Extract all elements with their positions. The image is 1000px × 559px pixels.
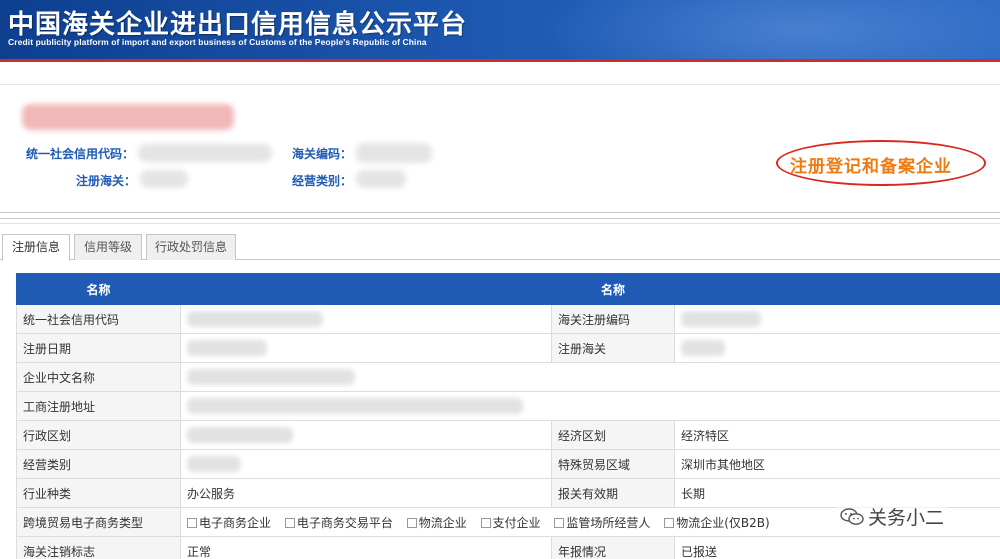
divider [0,212,1000,213]
customs-code-label: 海关编码： [292,147,353,161]
site-subtitle: Credit publicity platform of import and … [8,37,427,47]
checkbox[interactable] [284,517,295,528]
field-value-redacted [180,420,552,450]
tab-registration-info[interactable]: 注册信息 [2,234,70,261]
table-row: 企业中文名称 [16,362,1000,392]
table-row: 注册日期 注册海关 [16,333,1000,363]
field-label: 报关有效期 [551,478,675,508]
field-value-redacted [180,391,1000,421]
option-ecommerce-enterprise[interactable]: 电子商务企业 [187,514,271,531]
option-logistics-b2b[interactable]: 物流企业(仅B2B) [664,514,770,531]
field-label: 企业中文名称 [16,362,181,392]
field-label: 经济区划 [551,420,675,450]
credit-code-label: 统一社会信用代码： [26,147,135,161]
site-title: 中国海关企业进出口信用信息公示平台 [8,10,468,40]
reg-customs-value-redacted [140,170,188,188]
option-ecommerce-platform[interactable]: 电子商务交易平台 [284,514,393,531]
field-label: 行政区划 [16,420,181,450]
field-label: 统一社会信用代码 [16,304,181,334]
table-row: 经营类别 特殊贸易区域 深圳市其他地区 [16,449,1000,479]
header-value [674,273,1000,305]
field-value-redacted [180,333,552,363]
divider [0,223,1000,224]
banner-glow [540,0,1000,59]
credit-code-value-redacted [138,144,272,162]
checkbox[interactable] [554,517,565,528]
field-value-redacted [180,449,552,479]
header-value [180,273,552,305]
checkbox[interactable] [187,517,197,528]
table-header-row: 名称 名称 [16,273,1000,305]
field-label: 年报情况 [551,536,675,559]
header-name: 名称 [551,273,675,305]
tab-credit-level[interactable]: 信用等级 [74,234,142,260]
table-row: 统一社会信用代码 海关注册编码 [16,304,1000,334]
field-label: 经营类别 [16,449,181,479]
wechat-icon [840,508,864,525]
field-label: 行业种类 [16,478,181,508]
table-row: 行政区划 经济区划 经济特区 [16,420,1000,450]
field-value-redacted [180,304,552,334]
field-value-redacted [674,304,1000,334]
field-value: 办公服务 [180,478,552,508]
tab-bar: 注册信息 信用等级 行政处罚信息 [0,230,1000,261]
site-banner: 中国海关企业进出口信用信息公示平台 Credit publicity platf… [0,0,1000,62]
field-label: 海关注册编码 [551,304,675,334]
business-type-label: 经营类别： [292,174,353,188]
field-label: 注册日期 [16,333,181,363]
divider [0,84,1000,85]
field-label: 特殊贸易区域 [551,449,675,479]
field-value-redacted [674,333,1000,363]
field-label: 工商注册地址 [16,391,181,421]
customs-code-value-redacted [356,143,432,163]
option-logistics[interactable]: 物流企业 [406,514,467,531]
table-row: 海关注销标志 正常 年报情况 已报送 [16,536,1000,559]
header-name: 名称 [16,273,181,305]
divider [0,218,1000,219]
checkbox[interactable] [406,517,417,528]
field-label: 跨境贸易电子商务类型 [16,507,181,537]
field-label: 注册海关 [551,333,675,363]
field-value: 正常 [180,536,552,559]
option-payment[interactable]: 支付企业 [480,514,541,531]
annotation-text: 注册登记和备案企业 [790,157,952,177]
business-type-value-redacted [356,170,406,188]
watermark: 关务小二 [836,503,949,530]
field-value: 已报送 [674,536,1000,559]
option-site-operator[interactable]: 监管场所经营人 [554,514,650,531]
field-label: 海关注销标志 [16,536,181,559]
reg-customs-label: 注册海关： [76,174,137,188]
checkbox[interactable] [480,517,491,528]
table-row: 工商注册地址 [16,391,1000,421]
checkbox[interactable] [664,517,675,528]
field-value: 经济特区 [674,420,1000,450]
company-name-redacted [22,104,234,130]
field-value: 深圳市其他地区 [674,449,1000,479]
tab-penalty-info[interactable]: 行政处罚信息 [146,234,236,260]
field-value-redacted [180,362,1000,392]
